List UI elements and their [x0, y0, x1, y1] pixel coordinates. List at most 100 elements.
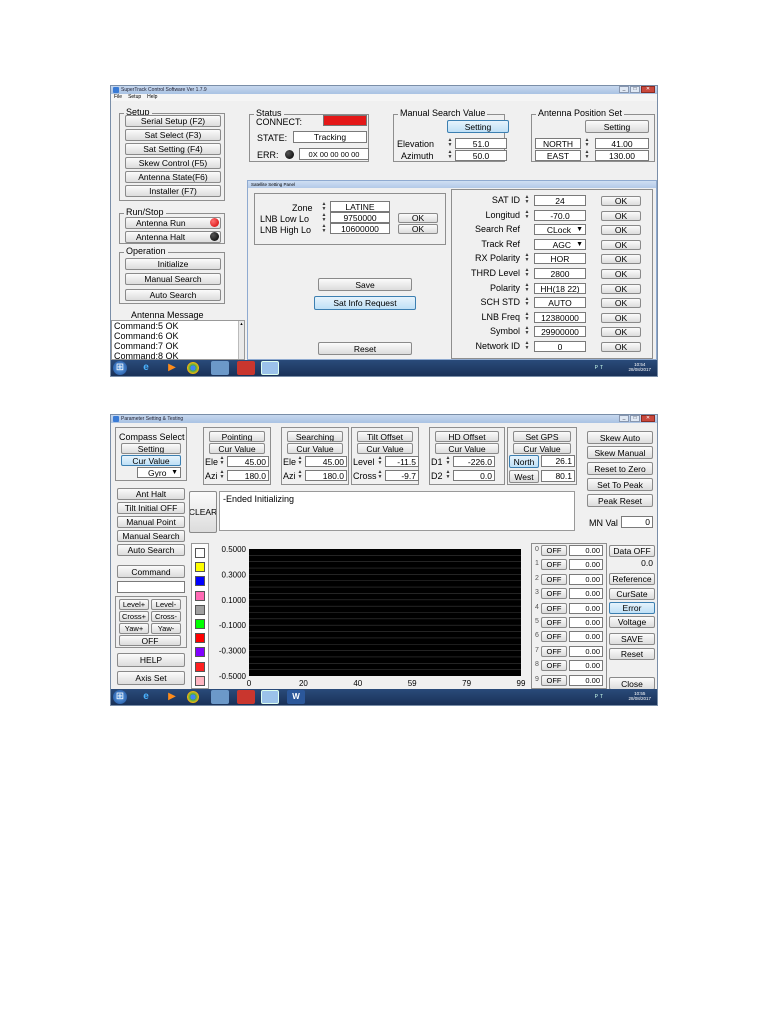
- spinner-icon[interactable]: ▲ ▼: [445, 470, 451, 480]
- sat-param-ok-button[interactable]: OK: [601, 342, 641, 352]
- media-player-icon[interactable]: ▶: [163, 690, 181, 704]
- zone-spinner-icon[interactable]: ▲ ▼: [321, 202, 327, 212]
- channel-off-button[interactable]: OFF: [541, 602, 567, 614]
- reset-button[interactable]: Reset: [318, 342, 412, 355]
- axis-set-button[interactable]: Axis Set: [117, 671, 185, 685]
- explorer-icon[interactable]: [211, 690, 229, 704]
- level-off-button[interactable]: OFF: [119, 635, 181, 646]
- yaw-minus-button[interactable]: Yaw-: [151, 623, 181, 634]
- skew-control-button[interactable]: Skew Control (F5): [125, 157, 221, 169]
- sat-param-ok-button[interactable]: OK: [601, 298, 641, 309]
- row1-field[interactable]: -226.0: [453, 456, 495, 467]
- east-spinner-icon[interactable]: ▲ ▼: [584, 150, 590, 160]
- sat-select-button[interactable]: Sat Select (F3): [125, 129, 221, 141]
- group-cur-value-button[interactable]: Cur Value: [435, 443, 499, 454]
- spinner-icon[interactable]: ▲ ▼: [524, 268, 530, 278]
- lnb-high-spinner-icon[interactable]: ▲ ▼: [321, 224, 327, 234]
- sat-param-ok-button[interactable]: OK: [601, 210, 641, 221]
- spinner-icon[interactable]: ▲ ▼: [219, 456, 225, 466]
- group-title-button[interactable]: HD Offset: [435, 431, 499, 442]
- message-scrollbar[interactable]: ▲: [238, 321, 244, 359]
- command-input[interactable]: [117, 581, 185, 593]
- sat-param-field[interactable]: HH(18 22): [534, 282, 586, 294]
- reset-button[interactable]: Reset: [609, 648, 655, 660]
- channel-off-button[interactable]: OFF: [541, 674, 567, 686]
- group-title-button[interactable]: Searching: [287, 431, 343, 442]
- row2-field[interactable]: -9.7: [385, 470, 419, 481]
- color-swatch[interactable]: [195, 675, 205, 686]
- spinner-icon[interactable]: ▲ ▼: [524, 195, 530, 205]
- group-cur-value-button[interactable]: Cur Value: [209, 443, 265, 454]
- spinner-icon[interactable]: ▲ ▼: [219, 470, 225, 480]
- ie-icon[interactable]: e: [137, 690, 155, 704]
- spinner-icon[interactable]: ▲ ▼: [524, 341, 530, 351]
- sat-param-field[interactable]: 24: [534, 195, 586, 206]
- cursate-button[interactable]: CurSate: [609, 588, 655, 600]
- color-swatch[interactable]: [195, 647, 205, 658]
- minimize-icon[interactable]: _: [619, 86, 629, 93]
- sat-param-ok-button[interactable]: OK: [601, 239, 641, 250]
- skew-manual-button[interactable]: Skew Manual: [587, 446, 653, 459]
- maximize-icon[interactable]: □: [630, 415, 640, 422]
- sat-param-field[interactable]: 2800: [534, 268, 586, 279]
- peak-reset-button[interactable]: Peak Reset: [587, 494, 653, 507]
- app-taskbar-icon[interactable]: [261, 690, 279, 704]
- save-button[interactable]: Save: [318, 278, 412, 291]
- manual-point-button[interactable]: Manual Point: [117, 516, 185, 528]
- sat-param-field[interactable]: 0: [534, 341, 586, 352]
- tray-language[interactable]: PT: [595, 365, 605, 371]
- serial-setup-button[interactable]: Serial Setup (F2): [125, 115, 221, 127]
- north-field[interactable]: 41.00: [595, 138, 649, 149]
- color-swatch[interactable]: [195, 661, 205, 672]
- menu-setup[interactable]: Setup: [128, 94, 141, 101]
- lnb-low-spinner-icon[interactable]: ▲ ▼: [321, 213, 327, 223]
- chrome-icon[interactable]: [187, 691, 199, 703]
- antenna-position-setting-button[interactable]: Setting: [585, 120, 649, 133]
- east-field[interactable]: 130.00: [595, 150, 649, 161]
- save-button[interactable]: SAVE: [609, 633, 655, 645]
- spinner-icon[interactable]: ▲ ▼: [524, 209, 530, 220]
- clock[interactable]: 10:54 28/08/2017: [628, 362, 651, 372]
- sat-param-ok-button[interactable]: OK: [601, 196, 641, 206]
- tray-language[interactable]: PT: [595, 694, 605, 700]
- cross-minus-button[interactable]: Cross-: [151, 611, 181, 622]
- north-spinner-icon[interactable]: ▲ ▼: [584, 138, 590, 148]
- sat-param-ok-button[interactable]: OK: [601, 283, 641, 294]
- close-icon[interactable]: ✕: [641, 86, 655, 93]
- voltage-button[interactable]: Voltage: [609, 616, 655, 628]
- app-taskbar-icon[interactable]: [261, 361, 279, 375]
- lnb-high-field[interactable]: 10600000: [330, 223, 390, 234]
- row2-field[interactable]: 0.0: [453, 470, 495, 481]
- sat-param-field[interactable]: AUTO: [534, 297, 586, 309]
- channel-off-button[interactable]: OFF: [541, 660, 567, 672]
- spinner-icon[interactable]: ▲ ▼: [524, 326, 530, 336]
- sat-param-field[interactable]: HOR: [534, 253, 586, 265]
- menu-help[interactable]: Help: [147, 94, 157, 101]
- lnb-high-ok-button[interactable]: OK: [398, 224, 438, 234]
- menu-file[interactable]: File: [114, 94, 122, 101]
- close-icon[interactable]: ✕: [641, 415, 655, 422]
- sat-param-dropdown[interactable]: CLock ▼: [534, 224, 586, 236]
- command-button[interactable]: Command: [117, 565, 185, 578]
- sat-param-field[interactable]: 12380000: [534, 311, 586, 323]
- spinner-icon[interactable]: ▲ ▼: [377, 470, 383, 480]
- reset-to-zero-button[interactable]: Reset to Zero: [587, 462, 653, 475]
- compass-setting-button[interactable]: Setting: [121, 443, 181, 454]
- spinner-icon[interactable]: ▲ ▼: [377, 456, 383, 466]
- sat-param-ok-button[interactable]: OK: [601, 254, 641, 265]
- initialize-button[interactable]: Initialize: [125, 258, 221, 270]
- color-swatch[interactable]: [195, 604, 205, 615]
- azimuth-field[interactable]: 50.0: [455, 150, 507, 161]
- channel-off-button[interactable]: OFF: [541, 645, 567, 657]
- gps-west-field[interactable]: 80.1: [541, 470, 575, 482]
- gps-north-field[interactable]: 26.1: [541, 455, 575, 467]
- row1-field[interactable]: 45.00: [305, 456, 347, 467]
- spinner-icon[interactable]: ▲ ▼: [524, 297, 530, 307]
- sat-param-field[interactable]: -70.0: [534, 209, 586, 221]
- group-cur-value-button[interactable]: Cur Value: [357, 443, 413, 454]
- elevation-spinner-icon[interactable]: ▲ ▼: [447, 138, 453, 148]
- sat-info-request-button[interactable]: Sat Info Request: [314, 296, 416, 310]
- channel-off-button[interactable]: OFF: [541, 559, 567, 571]
- row1-field[interactable]: 45.00: [227, 456, 269, 467]
- level-plus-button[interactable]: Level+: [119, 599, 149, 610]
